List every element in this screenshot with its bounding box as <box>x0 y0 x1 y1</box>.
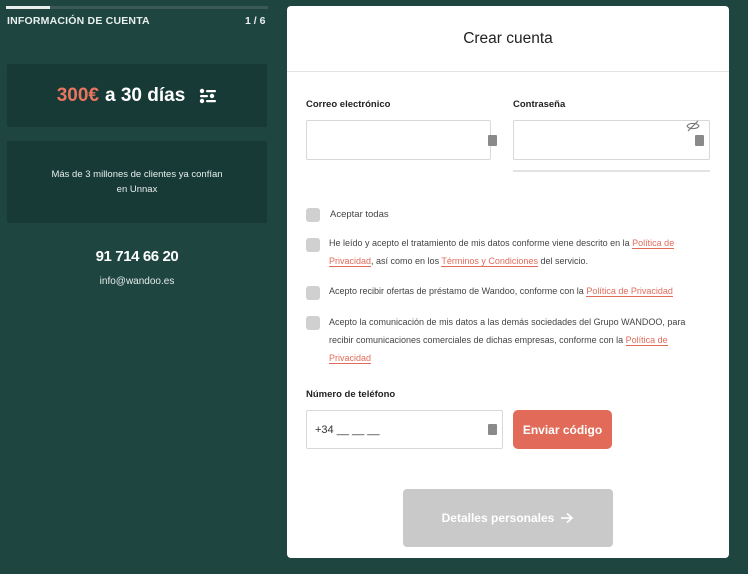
contact-email[interactable]: info@wandoo.es <box>0 276 274 287</box>
consent-privacy-text-end: del servicio. <box>537 256 588 266</box>
arrow-right-icon <box>561 512 574 524</box>
panel-title: Crear cuenta <box>463 29 553 47</box>
step-title: INFORMACIÓN DE CUENTA <box>7 15 150 27</box>
phone-label: Número de teléfono <box>306 389 396 400</box>
password-field-wrapper <box>513 120 710 160</box>
consent-privacy-text: He leído y acepto el tratamiento de mis … <box>329 234 719 270</box>
consent-offers-checkbox[interactable] <box>306 286 320 300</box>
consent-offers-text-start: Acepto recibir ofertas de préstamo de Wa… <box>329 286 587 296</box>
create-account-panel: Crear cuenta Correo electrónico Contrase… <box>287 6 729 558</box>
step-counter: 1 / 6 <box>245 15 266 27</box>
loan-amount: 300€ <box>56 84 99 106</box>
accept-all-label: Aceptar todas <box>330 209 389 220</box>
loan-term: a 30 días <box>105 84 186 106</box>
consent-privacy-text-mid: , así como en los <box>371 256 442 266</box>
email-field-wrapper <box>306 120 497 160</box>
panel-header: Crear cuenta <box>287 6 729 72</box>
terms-link[interactable]: Términos y Condiciones <box>441 256 538 267</box>
next-step-button[interactable]: Detalles personales <box>403 489 613 547</box>
contact-phone[interactable]: 91 714 66 20 <box>0 248 274 265</box>
phone-field-wrapper <box>306 410 503 449</box>
consent-privacy-text-start: He leído y acepto el tratamiento de mis … <box>329 238 633 248</box>
phone-field[interactable] <box>307 411 502 448</box>
send-code-button[interactable]: Enviar código <box>513 410 612 449</box>
password-strength-bar <box>513 170 710 172</box>
password-label: Contraseña <box>513 99 566 110</box>
next-step-label: Detalles personales <box>441 511 555 525</box>
email-label: Correo electrónico <box>306 99 391 110</box>
keyboard-icon <box>695 135 704 146</box>
progress-bar <box>6 6 268 9</box>
loan-offer-card[interactable]: 300€ a 30 días <box>7 64 267 127</box>
accept-all-row[interactable]: Aceptar todas <box>306 206 389 224</box>
keyboard-icon <box>488 424 497 435</box>
email-field[interactable] <box>307 121 490 159</box>
sliders-icon[interactable] <box>199 87 217 105</box>
privacy-policy-link[interactable]: Política de Privacidad <box>586 286 673 297</box>
keyboard-icon <box>488 135 497 146</box>
consent-privacy-checkbox[interactable] <box>306 238 320 252</box>
progress-bar-fill <box>6 6 50 9</box>
loan-offer-summary: 300€ a 30 días <box>7 64 267 127</box>
consent-group-checkbox[interactable] <box>306 316 320 330</box>
consent-group-text: Acepto la comunicación de mis datos a la… <box>329 313 689 367</box>
eye-off-icon[interactable] <box>686 119 700 133</box>
accept-all-checkbox[interactable] <box>306 208 320 222</box>
trust-text: Más de 3 millones de clientes ya confían… <box>51 169 223 195</box>
consent-offers-text: Acepto recibir ofertas de préstamo de Wa… <box>329 282 719 300</box>
trust-card: Más de 3 millones de clientes ya confían… <box>7 141 267 223</box>
password-field[interactable] <box>514 121 709 159</box>
